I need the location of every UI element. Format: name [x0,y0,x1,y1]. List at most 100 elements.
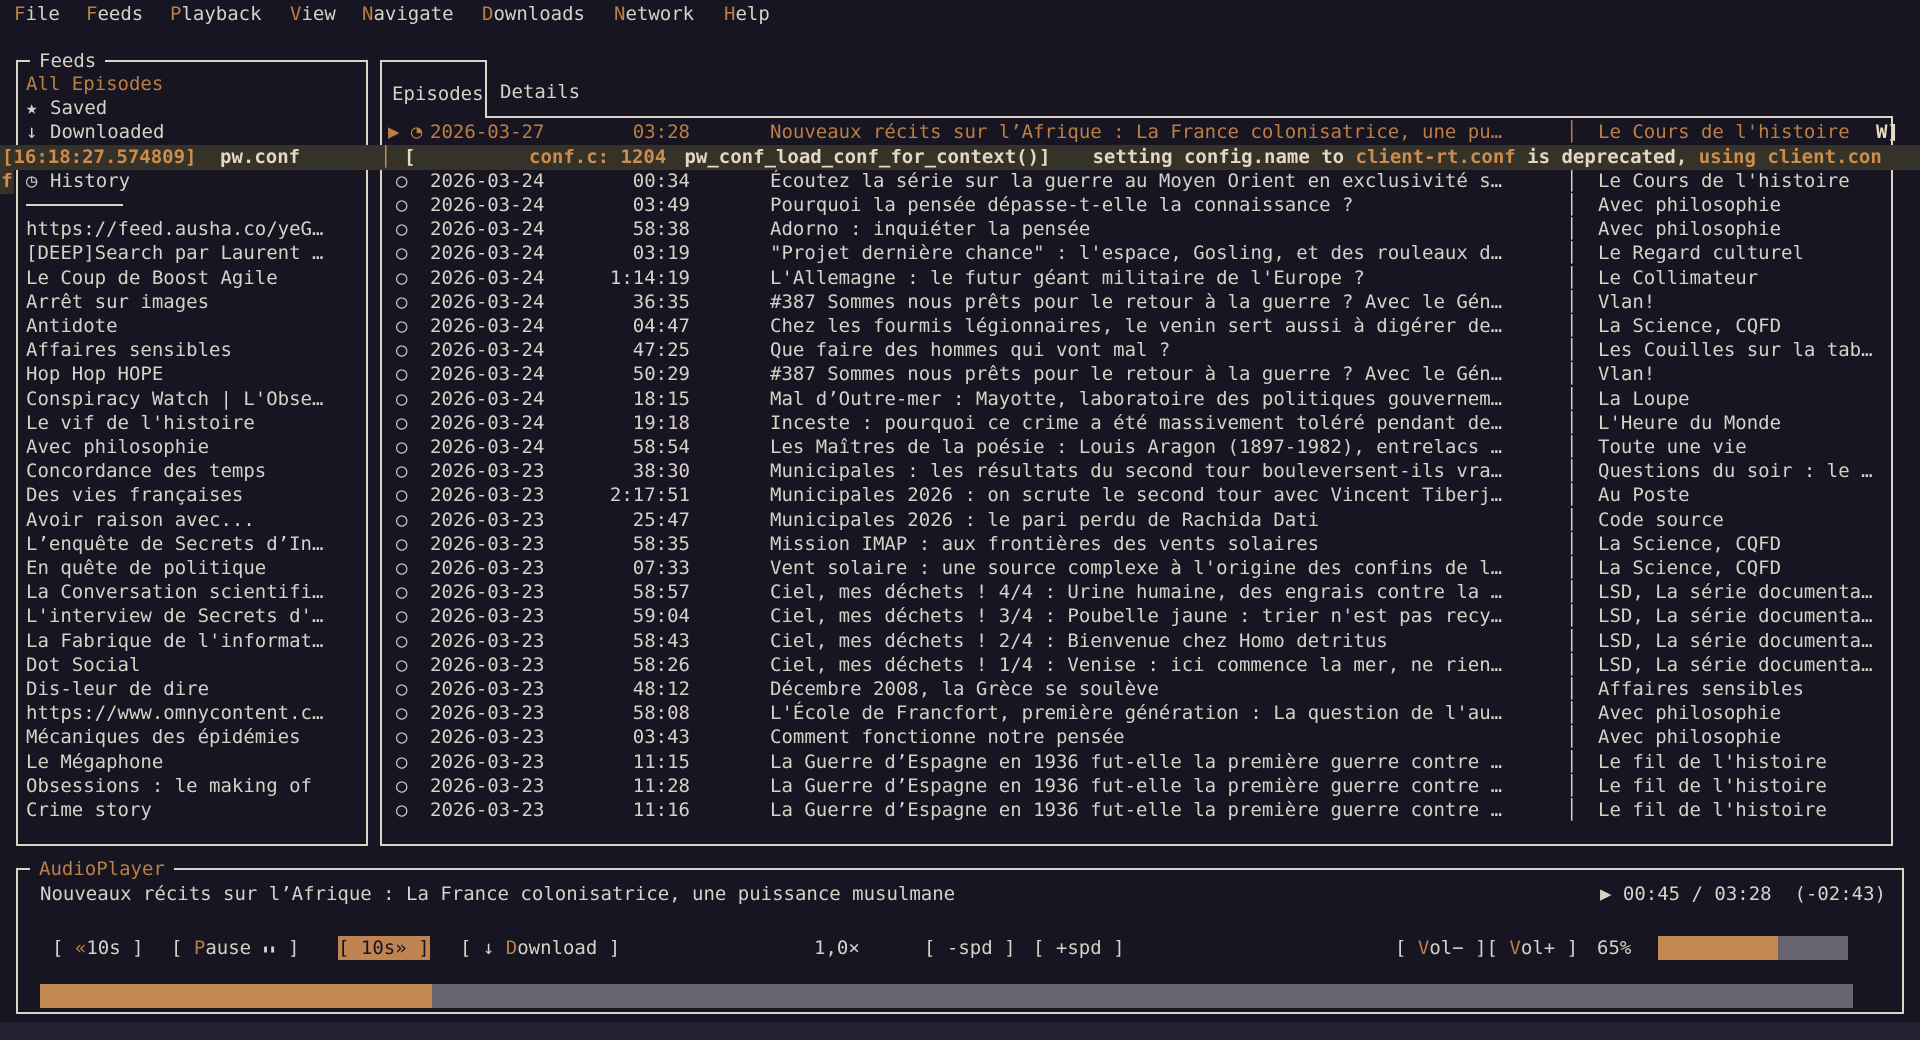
volume-bar[interactable] [1658,936,1848,960]
sidebar-item-des-vies-fran-aises[interactable]: Des vies françaises [18,483,366,508]
log-pipe: │ [380,145,391,169]
episode-row[interactable]: ○2026-03-2404:47Chez les fourmis légionn… [382,314,1891,339]
episode-row[interactable]: ○2026-03-2311:15La Guerre d’Espagne en 1… [382,750,1891,775]
column-separator: │ [1566,701,1577,725]
sidebar-item-https-feed-ausha-co-yeg[interactable]: https://feed.ausha.co/yeG… [18,217,366,242]
sidebar-item-concordance-des-temps[interactable]: Concordance des temps [18,459,366,484]
unplayed-icon: ○ [396,338,407,362]
episode-row[interactable]: ○2026-03-2400:34Écoutez la série sur la … [382,169,1891,194]
log-line: [16:18:27.574809] pw.conf │ [ conf.c: 12… [0,145,1920,170]
unplayed-icon: ○ [396,677,407,701]
volume-buttons[interactable]: [ Vol− ][ Vol+ ] [1395,936,1578,960]
sidebar-item-saved[interactable]: ★Saved [18,96,366,121]
episode-feed: Le Regard culturel [1598,241,1874,265]
sidebar-item-all-episodes[interactable]: All Episodes [18,72,366,97]
episode-row[interactable]: ○2026-03-2436:35#387 Sommes nous prêts p… [382,290,1891,315]
speed-up-button[interactable]: [ +spd ] [1033,936,1125,960]
episode-row[interactable]: ○2026-03-2358:08L'École de Francfort, pr… [382,701,1891,726]
episode-row[interactable]: ○2026-03-2419:18Inceste : pourquoi ce cr… [382,411,1891,436]
sidebar-item-avoir-raison-avec[interactable]: Avoir raison avec... [18,508,366,533]
download-button[interactable]: [ ↓ Download ] [460,936,620,960]
episode-row[interactable]: ○2026-03-2348:12Décembre 2008, la Grèce … [382,677,1891,702]
sidebar-item-deep-search-par-laurent[interactable]: [DEEP]Search par Laurent … [18,241,366,266]
episode-title: Comment fonctionne notre pensée [770,725,1548,749]
episode-title: Inceste : pourquoi ce crime a été massiv… [770,411,1548,435]
episode-row[interactable]: ○2026-03-2358:57Ciel, mes déchets ! 4/4 … [382,580,1891,605]
column-separator: │ [1566,120,1577,144]
rewind-10s-button[interactable]: [ «10s ] [52,936,144,960]
bottom-strip [0,1022,1920,1040]
menu-item-file[interactable]: File [14,2,60,26]
pause-button[interactable]: [ Pause ▮▮ ] [171,936,299,962]
sidebar-item-hop-hop-hope[interactable]: Hop Hop HOPE [18,362,366,387]
episode-row[interactable]: ○2026-03-2418:15Mal d’Outre-mer : Mayott… [382,387,1891,412]
episode-feed: Avec philosophie [1598,725,1874,749]
sidebar-item-obsessions-le-making-of[interactable]: Obsessions : le making of [18,774,366,799]
sidebar-item-le-coup-de-boost-agile[interactable]: Le Coup de Boost Agile [18,266,366,291]
sidebar-item-conspiracy-watch-l-obse[interactable]: Conspiracy Watch | L'Obse… [18,387,366,412]
sidebar-item-dot-social[interactable]: Dot Social [18,653,366,678]
sidebar-item-en-qu-te-de-politique[interactable]: En quête de politique [18,556,366,581]
column-separator: │ [1566,362,1577,386]
episode-duration: 58:08 [550,701,690,725]
unplayed-icon: ○ [396,556,407,580]
episode-row[interactable]: ○2026-03-2307:33Vent solaire : une sourc… [382,556,1891,581]
episode-row[interactable]: ○2026-03-2458:38Adorno : inquiéter la pe… [382,217,1891,242]
episode-feed: L'Heure du Monde [1598,411,1874,435]
menu-item-view[interactable]: View [290,2,336,26]
episode-row[interactable]: ○2026-03-2311:16La Guerre d’Espagne en 1… [382,798,1891,823]
sidebar-item-crime-story[interactable]: Crime story [18,798,366,823]
sidebar-item-la-fabrique-de-l-informat[interactable]: La Fabrique de l'informat… [18,629,366,654]
episode-row[interactable]: ○2026-03-2358:43Ciel, mes déchets ! 2/4 … [382,629,1891,654]
forward-10s-button[interactable]: [ 10s» ] [338,936,430,960]
progress-bar[interactable] [40,984,1853,1008]
sidebar-item-le-vif-de-l-histoire[interactable]: Le vif de l'histoire [18,411,366,436]
sidebar-item-la-conversation-scientifi[interactable]: La Conversation scientifi… [18,580,366,605]
episode-row[interactable]: ○2026-03-232:17:51Municipales 2026 : on … [382,483,1891,508]
log-wrap-char: f [0,169,14,194]
episode-row[interactable]: ○2026-03-2447:25Que faire des hommes qui… [382,338,1891,363]
menu-item-feeds[interactable]: Feeds [86,2,143,26]
speed-down-button[interactable]: [ -spd ] [924,936,1016,960]
episode-row[interactable]: ○2026-03-241:14:19L'Allemagne : le futur… [382,266,1891,291]
episode-row[interactable]: ▶ ◔2026-03-2703:28Nouveaux récits sur l’… [382,120,1891,145]
sidebar-item-avec-philosophie[interactable]: Avec philosophie [18,435,366,460]
sidebar-item-m-caniques-des-pid-mies[interactable]: Mécaniques des épidémies [18,725,366,750]
sidebar-item-affaires-sensibles[interactable]: Affaires sensibles [18,338,366,363]
sidebar-item-arr-t-sur-images[interactable]: Arrêt sur images [18,290,366,315]
episode-row[interactable]: ○2026-03-2358:35Mission IMAP : aux front… [382,532,1891,557]
column-separator: │ [1566,435,1577,459]
sidebar-item-https-www-omnycontent-c[interactable]: https://www.omnycontent.c… [18,701,366,726]
sidebar-item-downloaded[interactable]: ↓Downloaded [18,120,366,145]
episode-duration: 03:19 [550,241,690,265]
playing-icon: ▶ ◔ [388,120,422,144]
sidebar-item-label: Antidote [26,314,118,338]
episode-row[interactable]: ○2026-03-2359:04Ciel, mes déchets ! 3/4 … [382,604,1891,629]
episode-title: La Guerre d’Espagne en 1936 fut-elle la … [770,798,1548,822]
episode-row[interactable]: ○2026-03-2458:54Les Maîtres de la poésie… [382,435,1891,460]
episode-title: Les Maîtres de la poésie : Louis Aragon … [770,435,1548,459]
sidebar-item-l-interview-de-secrets-d[interactable]: L'interview de Secrets d'… [18,604,366,629]
episode-date: 2026-03-24 [430,387,544,411]
sidebar-item-antidote[interactable]: Antidote [18,314,366,339]
episode-row[interactable]: ○2026-03-2325:47Municipales 2026 : le pa… [382,508,1891,533]
episode-row[interactable]: ○2026-03-2403:19"Projet dernière chance"… [382,241,1891,266]
episode-row[interactable]: ○2026-03-2358:26Ciel, mes déchets ! 1/4 … [382,653,1891,678]
sidebar-item-l-enqu-te-de-secrets-d-in[interactable]: L’enquête de Secrets d’In… [18,532,366,557]
sidebar-item-dis-leur-de-dire[interactable]: Dis-leur de dire [18,677,366,702]
episode-row[interactable]: ○2026-03-2338:30Municipales : les résult… [382,459,1891,484]
column-separator: │ [1566,314,1577,338]
episode-feed: Le fil de l'histoire [1598,750,1874,774]
sidebar-item-label: Le Mégaphone [26,750,163,774]
sidebar-item-history[interactable]: ◷History [18,169,366,194]
episode-title: L'École de Francfort, première génératio… [770,701,1548,725]
volume-fill [1658,936,1778,960]
episode-row[interactable]: ○2026-03-2311:28La Guerre d’Espagne en 1… [382,774,1891,799]
episode-row[interactable]: ○2026-03-2403:49Pourquoi la pensée dépas… [382,193,1891,218]
menu-item-playback[interactable]: Playback [170,2,262,26]
sidebar-item-le-m-gaphone[interactable]: Le Mégaphone [18,750,366,775]
episode-row[interactable]: ○2026-03-2450:29#387 Sommes nous prêts p… [382,362,1891,387]
episode-date: 2026-03-23 [430,556,544,580]
episode-row[interactable]: ○2026-03-2303:43Comment fonctionne notre… [382,725,1891,750]
sidebar-item-label: All Episodes [26,72,163,96]
